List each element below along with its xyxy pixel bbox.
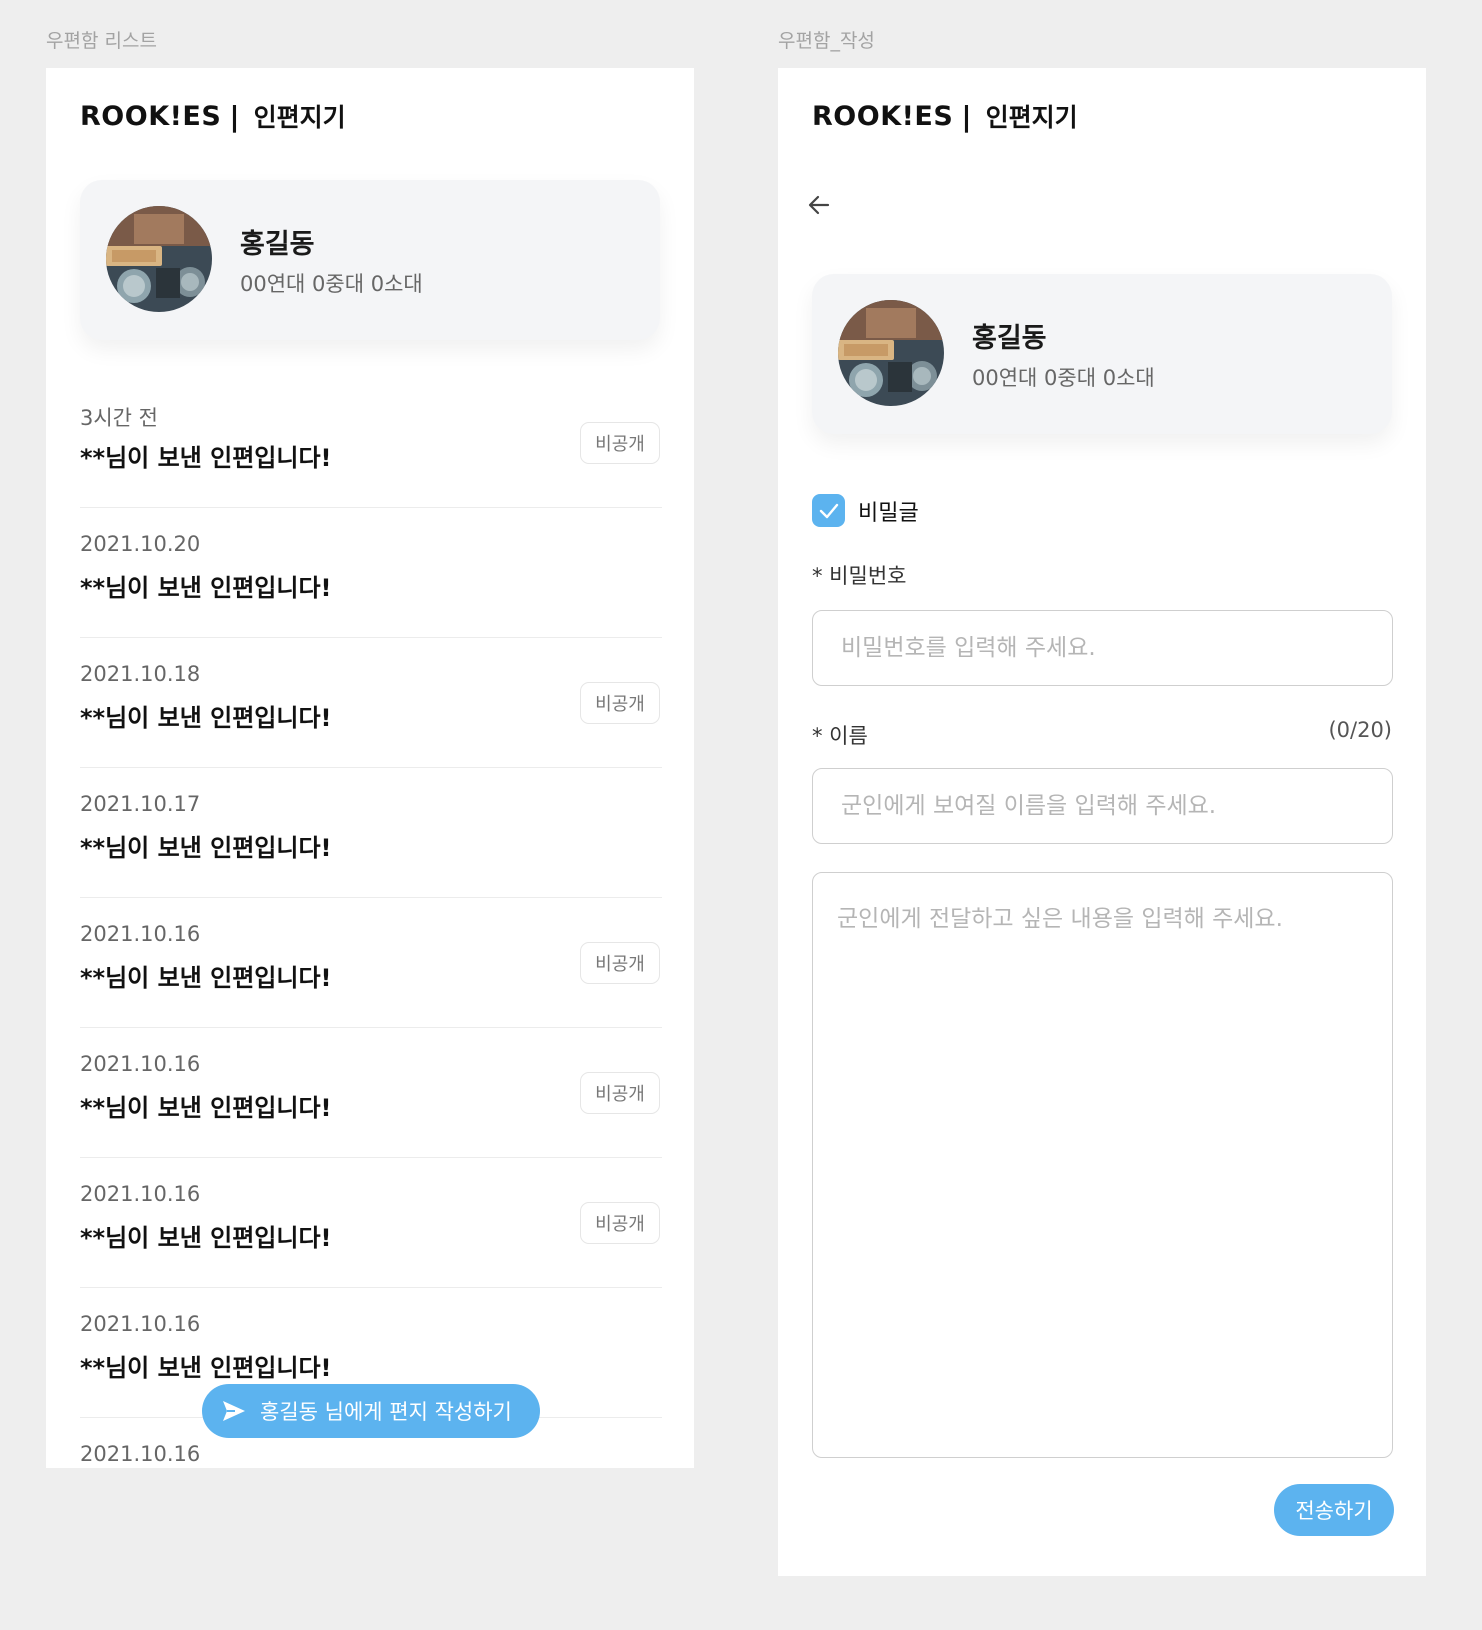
letter-title: **님이 보낸 인편입니다! <box>80 1354 332 1382</box>
brand-separator: | <box>229 99 240 133</box>
brand-logo[interactable]: ROOK!ES <box>80 101 221 132</box>
profile-name: 홍길동 <box>240 229 315 260</box>
letter-date: 2021.10.16 <box>80 1312 201 1336</box>
letter-item[interactable]: 2021.10.16 **님이 보낸 인편입니다! 비공개 <box>80 1158 662 1288</box>
brand-separator: | <box>961 99 972 133</box>
header: ROOK!ES | 인편지기 <box>80 98 346 134</box>
profile-name: 홍길동 <box>972 323 1047 354</box>
name-label: * 이름 <box>812 724 868 748</box>
paper-plane-icon <box>223 1401 245 1421</box>
profile-card: 홍길동 00연대 0중대 0소대 <box>812 274 1392 434</box>
letter-date: 2021.10.16 <box>80 1052 201 1076</box>
private-badge: 비공개 <box>580 682 660 724</box>
private-badge: 비공개 <box>580 422 660 464</box>
profile-card: 홍길동 00연대 0중대 0소대 <box>80 180 660 340</box>
brand-subtitle: 인편지기 <box>985 103 1078 132</box>
secret-checkbox[interactable] <box>812 494 845 527</box>
letter-title: **님이 보낸 인편입니다! <box>80 444 332 472</box>
password-input[interactable] <box>812 610 1393 686</box>
brand-logo[interactable]: ROOK!ES <box>812 101 953 132</box>
letter-title: **님이 보낸 인편입니다! <box>80 1094 332 1122</box>
letter-item[interactable]: 2021.10.18 **님이 보낸 인편입니다! 비공개 <box>80 638 662 768</box>
submit-button[interactable]: 전송하기 <box>1274 1484 1394 1536</box>
mailbox-write-screen: ROOK!ES | 인편지기 홍길동 00연대 0중대 0소대 비밀글 * 비밀… <box>778 68 1426 1576</box>
private-badge: 비공개 <box>580 1202 660 1244</box>
letter-date: 2021.10.16 <box>80 1442 201 1466</box>
password-label: * 비밀번호 <box>812 564 907 588</box>
letter-title: **님이 보낸 인편입니다! <box>80 704 332 732</box>
frame-label-list: 우편함 리스트 <box>46 30 157 52</box>
arrow-left-icon[interactable] <box>806 192 832 218</box>
letter-item[interactable]: 2021.10.17 **님이 보낸 인편입니다! <box>80 768 662 898</box>
write-letter-label: 홍길동 님에게 편지 작성하기 <box>260 1400 512 1424</box>
profile-unit: 00연대 0중대 0소대 <box>972 366 1155 390</box>
letter-date: 2021.10.17 <box>80 792 201 816</box>
letter-item[interactable]: 2021.10.16 **님이 보낸 인편입니다! 비공개 <box>80 1028 662 1158</box>
private-badge: 비공개 <box>580 942 660 984</box>
letter-title: **님이 보낸 인편입니다! <box>80 1224 332 1252</box>
name-char-counter: (0/20) <box>1328 718 1392 742</box>
letter-date: 2021.10.20 <box>80 532 201 556</box>
name-input[interactable] <box>812 768 1393 844</box>
frame-label-write: 우편함_작성 <box>778 30 875 52</box>
letter-title: **님이 보낸 인편입니다! <box>80 834 332 862</box>
brand-subtitle: 인편지기 <box>253 103 346 132</box>
header: ROOK!ES | 인편지기 <box>812 98 1078 134</box>
write-letter-button[interactable]: 홍길동 님에게 편지 작성하기 <box>202 1384 540 1438</box>
letter-item[interactable]: 2021.10.16 **님이 보낸 인편입니다! 비공개 <box>80 898 662 1028</box>
profile-unit: 00연대 0중대 0소대 <box>240 272 423 296</box>
letter-list: 3시간 전 **님이 보낸 인편입니다! 비공개 2021.10.20 **님이 보낸 … <box>80 378 662 1468</box>
avatar <box>106 206 212 312</box>
content-textarea[interactable] <box>812 872 1393 1458</box>
avatar <box>838 300 944 406</box>
secret-toggle: 비밀글 <box>812 494 919 527</box>
secret-label: 비밀글 <box>858 500 919 526</box>
letter-item[interactable]: 2021.10.20 **님이 보낸 인편입니다! <box>80 508 662 638</box>
letter-date: 2021.10.16 <box>80 1182 201 1206</box>
letter-title: **님이 보낸 인편입니다! <box>80 964 332 992</box>
check-icon <box>819 503 838 518</box>
private-badge: 비공개 <box>580 1072 660 1114</box>
letter-title: **님이 보낸 인편입니다! <box>80 574 332 602</box>
letter-date: 3시간 전 <box>80 406 158 430</box>
letter-item[interactable]: 3시간 전 **님이 보낸 인편입니다! 비공개 <box>80 378 662 508</box>
mailbox-list-screen: ROOK!ES | 인편지기 홍길동 00연대 0중대 0소대 3시간 전 **님… <box>46 68 694 1468</box>
letter-date: 2021.10.18 <box>80 662 201 686</box>
letter-date: 2021.10.16 <box>80 922 201 946</box>
